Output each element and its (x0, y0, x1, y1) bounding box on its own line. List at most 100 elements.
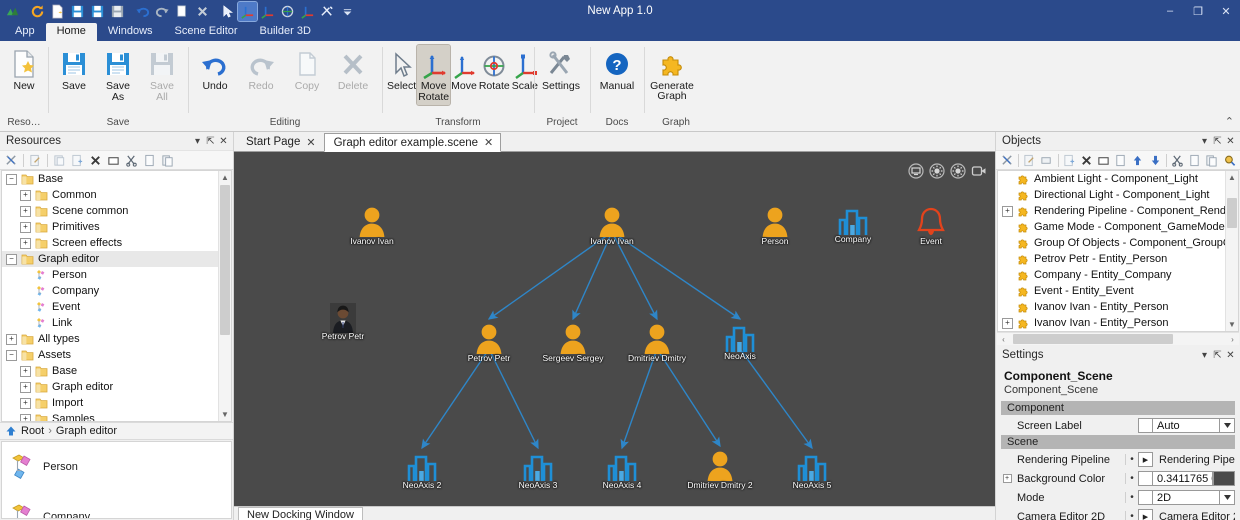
rotate-gizmo-icon[interactable] (278, 2, 297, 21)
resources-tree-row[interactable]: Event (2, 299, 231, 315)
resources-tree-row[interactable]: +Samples (2, 411, 231, 422)
rename-icon[interactable] (1022, 152, 1038, 169)
property-checkbox[interactable] (1138, 490, 1153, 505)
window-icon[interactable] (1096, 152, 1112, 169)
copy-icon[interactable] (1113, 152, 1129, 169)
delete-icon[interactable] (1079, 152, 1095, 169)
rotate-button[interactable]: Rotate (478, 45, 511, 94)
tab-graph-editor-example-scene-close-icon[interactable]: ✕ (484, 136, 493, 149)
resource-list-item[interactable]: Person (2, 442, 231, 492)
resources-tree-row[interactable]: Company (2, 283, 231, 299)
objects-tree-row[interactable]: Company - Entity_Company (998, 267, 1238, 283)
pin-icon[interactable]: ⇱ (204, 136, 217, 147)
ribbon-tab-builder-3d[interactable]: Builder 3D (249, 23, 322, 41)
expand-expander-icon[interactable]: + (20, 382, 31, 393)
new-button[interactable]: New (4, 45, 44, 94)
collapse-expander-icon[interactable]: − (6, 350, 17, 361)
objects-tree-row[interactable]: Ambient Light - Component_Light (998, 171, 1238, 187)
redo-icon[interactable] (153, 2, 172, 21)
manual-button[interactable]: ? Manual (594, 45, 640, 94)
settings-property-value[interactable]: Auto (1153, 418, 1220, 433)
save-all-button[interactable]: Save All (140, 45, 184, 105)
expand-expander-icon[interactable]: + (20, 366, 31, 377)
settings-property-override-dot[interactable]: • (1125, 473, 1138, 484)
objects-tree-row[interactable]: Game Mode - Component_GameMode (998, 219, 1238, 235)
objects-tree[interactable]: Ambient Light - Component_LightDirection… (997, 170, 1239, 332)
new-icon[interactable] (1062, 152, 1078, 169)
move-button[interactable]: Move (450, 45, 478, 94)
refresh-icon[interactable] (28, 2, 47, 21)
dropdown-caret-icon[interactable]: ▾ (191, 136, 204, 147)
move-up-icon[interactable] (1130, 152, 1146, 169)
save-as-button[interactable]: Save As (96, 45, 140, 105)
close-icon[interactable]: ✕ (1224, 136, 1237, 147)
copy-button[interactable]: Copy (284, 45, 330, 94)
expand-expander-icon[interactable]: + (6, 334, 17, 345)
generate-graph-button[interactable]: Generate Graph (648, 45, 696, 103)
close-button[interactable]: ✕ (1212, 0, 1240, 22)
settings-property-override-dot[interactable]: • (1125, 492, 1138, 503)
undo-button[interactable]: Undo (192, 45, 238, 94)
resources-tree-row[interactable]: Person (2, 267, 231, 283)
resources-tree-row[interactable]: −Graph editor (2, 251, 231, 267)
move-down-icon[interactable] (1147, 152, 1163, 169)
clone-icon[interactable] (1039, 152, 1055, 169)
camera-icon[interactable] (970, 162, 987, 179)
objects-horizontal-scrollbar[interactable]: ‹ › (997, 332, 1239, 345)
new-file-icon[interactable] (48, 2, 67, 21)
resource-list-item[interactable]: Company (2, 492, 231, 519)
graph-node[interactable]: Ivanov Ivan (327, 206, 417, 246)
expand-expander-icon[interactable]: + (20, 238, 31, 249)
select-button[interactable]: Select (386, 45, 417, 94)
scroll-down-icon[interactable]: ▼ (1226, 318, 1238, 331)
sun-light-2-icon[interactable] (949, 162, 966, 179)
graph-node[interactable]: Petrov Petr (298, 303, 388, 341)
new-folder-icon[interactable] (69, 152, 86, 169)
rename-icon[interactable] (27, 152, 44, 169)
settings-button[interactable]: Settings (538, 45, 584, 94)
graph-node[interactable]: Dmitriev Dmitry 2 (675, 450, 765, 490)
cut-scissors-icon[interactable] (123, 152, 140, 169)
move-rotate-gizmo-icon[interactable] (238, 2, 257, 21)
collapse-expander-icon[interactable]: − (6, 254, 17, 265)
resources-tree-row[interactable]: −Base (2, 171, 231, 187)
delete-icon[interactable] (87, 152, 104, 169)
expand-expander-icon[interactable]: + (20, 190, 31, 201)
resources-tree-row[interactable]: +Scene common (2, 203, 231, 219)
resources-tree-row[interactable]: +Graph editor (2, 379, 231, 395)
property-checkbox[interactable] (1138, 418, 1153, 433)
graph-node[interactable]: NeoAxis 4 (577, 452, 667, 490)
pin-icon[interactable]: ⇱ (1211, 350, 1224, 361)
settings-property-value[interactable]: 2D (1153, 490, 1220, 505)
duplicate-icon[interactable] (51, 152, 68, 169)
up-arrow-icon[interactable] (5, 425, 17, 437)
minimize-button[interactable]: – (1156, 0, 1184, 22)
objects-tree-row[interactable]: Petrov Petr - Entity_Person (998, 251, 1238, 267)
expand-expander-icon[interactable]: + (20, 206, 31, 217)
property-goto-button[interactable]: ▶ (1138, 452, 1153, 467)
graph-node[interactable]: NeoAxis 5 (767, 452, 857, 490)
settings-property-value[interactable]: Camera Editor 2D (1153, 509, 1235, 520)
display-icon[interactable] (907, 162, 924, 179)
objects-tree-row[interactable]: +Ivanov Ivan - Entity_Person (998, 315, 1238, 331)
chevron-down-icon[interactable] (1220, 418, 1235, 433)
collapse-expander-icon[interactable]: − (6, 174, 17, 185)
graph-node[interactable]: Sergeev Sergey (528, 323, 618, 363)
settings-tools-icon[interactable] (318, 2, 337, 21)
copy-icon[interactable] (173, 2, 192, 21)
resources-tree-row[interactable]: −Assets (2, 347, 231, 363)
ribbon-collapse-button[interactable]: ⌃ (1225, 115, 1234, 128)
graph-node[interactable]: Petrov Petr (444, 323, 534, 363)
expand-expander-icon[interactable]: + (1002, 206, 1013, 217)
app-logo-icon[interactable] (3, 2, 22, 21)
scene-viewport[interactable]: Ivanov IvanIvanov IvanPersonCompanyEvent… (234, 152, 995, 506)
pin-icon[interactable]: ⇱ (1211, 136, 1224, 147)
tab-graph-editor-example-scene[interactable]: Graph editor example.scene ✕ (324, 133, 502, 152)
scroll-down-icon[interactable]: ▼ (219, 408, 231, 421)
window-icon[interactable] (105, 152, 122, 169)
ribbon-tab-windows[interactable]: Windows (97, 23, 164, 41)
save-button[interactable]: Save (52, 45, 96, 94)
graph-node[interactable]: Person (730, 206, 820, 246)
sun-light-icon[interactable] (928, 162, 945, 179)
resources-tree-row[interactable]: +Screen effects (2, 235, 231, 251)
